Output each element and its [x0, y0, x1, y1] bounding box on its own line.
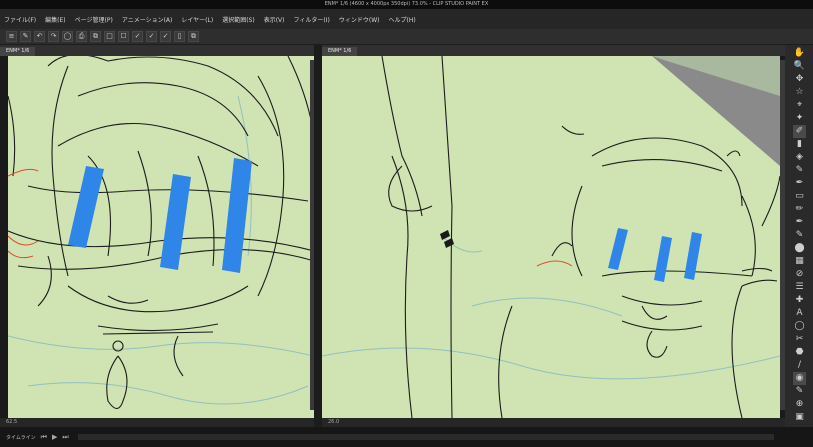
pen-tool-icon[interactable]: ✐: [793, 125, 806, 138]
left-tab-bar: ENM* 1/6: [0, 45, 314, 56]
operation-icon[interactable]: ⌖: [793, 99, 806, 112]
menu-view[interactable]: 表示(V): [264, 15, 285, 24]
figure-icon[interactable]: ✚: [793, 294, 806, 307]
frame-icon[interactable]: □: [104, 31, 115, 42]
balloon-icon[interactable]: ◯: [793, 320, 806, 333]
menu-edit[interactable]: 編集(E): [45, 15, 65, 24]
menu-bar: ファイル(F) 編集(E) ページ管理(P) アニメーション(A) レイヤー(L…: [0, 9, 813, 29]
fill-icon[interactable]: ⎙: [76, 31, 87, 42]
command-bar: ≡ ✎ ↶ ↷ ◯ ⎙ ⧉ □ ☐ ✓ ✓ ✓ ▯ ⧉: [0, 29, 813, 45]
eyedropper-icon[interactable]: ✎: [793, 385, 806, 398]
ruler-icon[interactable]: /: [793, 359, 806, 372]
airbrush-icon[interactable]: ✎: [793, 229, 806, 242]
play-back-icon[interactable]: ⏮: [41, 433, 47, 442]
right-artwork: [322, 56, 780, 418]
check-icon[interactable]: ✓: [146, 31, 157, 42]
calligraphy-icon[interactable]: ✒: [793, 216, 806, 229]
shape-icon[interactable]: ⬣: [793, 346, 806, 359]
copy-icon[interactable]: ⧉: [90, 31, 101, 42]
left-artwork: [8, 56, 314, 410]
cut-icon[interactable]: ✂: [793, 333, 806, 346]
tool-palette: ✋ 🔍 ✥ ☆ ⌖ ✦ ✐ ▮ ◈ ✎ ✒ ▭ ✏ ✒ ✎ ⬤ ▦ ⊘ ☰ ✚ …: [785, 45, 813, 427]
menu-help[interactable]: ヘルプ(H): [388, 15, 415, 24]
pen-icon[interactable]: ✎: [20, 31, 31, 42]
left-status-bar: 62.5: [0, 418, 314, 427]
view-splitter[interactable]: [314, 45, 322, 427]
pencil-icon[interactable]: ✎: [793, 164, 806, 177]
timeline-bar: タイムライン ⏮ ▶ ⏭: [0, 427, 813, 447]
window-title: ENM* 1/6 (4600 x 4000px 350dpi) 73.0% - …: [0, 0, 813, 9]
marker-icon[interactable]: ▮: [793, 138, 806, 151]
text-icon[interactable]: A: [793, 307, 806, 320]
star-icon[interactable]: ☆: [793, 86, 806, 99]
correct-line-icon[interactable]: ◉: [793, 372, 806, 385]
menu-page[interactable]: ページ管理(P): [75, 15, 113, 24]
menu-icon[interactable]: ≡: [6, 31, 17, 42]
timeline-label: タイムライン: [6, 434, 36, 441]
right-status-bar: 26.0: [322, 418, 785, 427]
play-forward-icon[interactable]: ⏭: [62, 433, 68, 442]
erase-icon[interactable]: ⊘: [793, 268, 806, 281]
menu-selection[interactable]: 選択範囲(S): [222, 15, 255, 24]
plus-icon[interactable]: ⊕: [793, 398, 806, 411]
timeline-track[interactable]: [77, 434, 774, 440]
menu-layer[interactable]: レイヤー(L): [181, 15, 213, 24]
right-tab-bar: ENM* 1/6: [322, 45, 785, 56]
blend-icon[interactable]: ⬤: [793, 242, 806, 255]
eraser-icon[interactable]: ▭: [793, 190, 806, 203]
page-icon[interactable]: ▯: [174, 31, 185, 42]
move-icon[interactable]: ✥: [793, 73, 806, 86]
tab-right-document[interactable]: ENM* 1/6: [322, 47, 358, 56]
tab-left-document[interactable]: ENM* 1/6: [0, 47, 36, 56]
zoom-icon[interactable]: 🔍: [793, 60, 806, 73]
duplicate-icon[interactable]: ⧉: [188, 31, 199, 42]
sparkle-icon[interactable]: ✦: [793, 112, 806, 125]
brush-icon[interactable]: ✏: [793, 203, 806, 216]
fill-tool-icon[interactable]: ◈: [793, 151, 806, 164]
color-swatch-icon[interactable]: ▣: [793, 411, 806, 424]
ink-pen-icon[interactable]: ✒: [793, 177, 806, 190]
menu-file[interactable]: ファイル(F): [4, 15, 36, 24]
play-icon[interactable]: ▶: [52, 433, 57, 441]
menu-filter[interactable]: フィルター(I): [294, 15, 330, 24]
gradient-icon[interactable]: ▦: [793, 255, 806, 268]
hand-icon[interactable]: ✋: [793, 47, 806, 60]
menu-animation[interactable]: アニメーション(A): [122, 15, 173, 24]
undo-icon[interactable]: ↶: [34, 31, 45, 42]
check-icon[interactable]: ✓: [160, 31, 171, 42]
right-canvas[interactable]: [322, 56, 780, 418]
deselect-icon[interactable]: ☐: [118, 31, 129, 42]
redo-icon[interactable]: ↷: [48, 31, 59, 42]
lines-icon[interactable]: ☰: [793, 281, 806, 294]
check-icon[interactable]: ✓: [132, 31, 143, 42]
menu-window[interactable]: ウィンドウ(W): [339, 15, 380, 24]
circle-icon[interactable]: ◯: [62, 31, 73, 42]
left-canvas[interactable]: [8, 56, 314, 418]
